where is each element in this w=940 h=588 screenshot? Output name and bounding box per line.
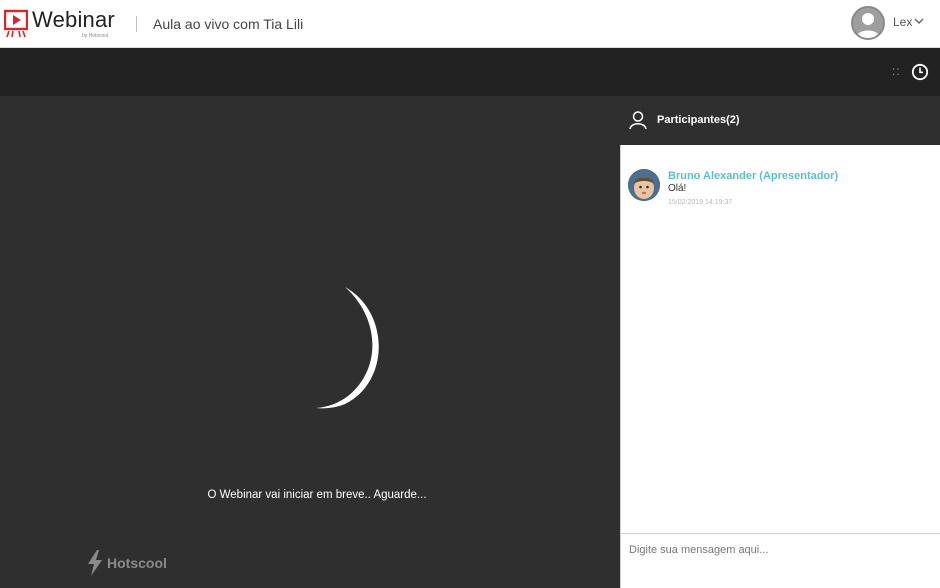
webinar-logo-icon [4,9,28,38]
message-input[interactable] [629,540,933,560]
toolbar [0,48,940,96]
message-composer [620,533,940,588]
person-icon [629,111,647,130]
header-divider [136,16,137,32]
hotscool-logo-text: Hotscool [107,555,167,571]
participants-label[interactable]: Participantes(2) [657,114,740,127]
page-title: Aula ao vivo com Tia Lili [153,16,304,32]
user-name[interactable]: Lex [893,15,912,29]
message-author: Bruno Alexander (Apresentador) [668,170,839,182]
chevron-down-icon[interactable] [913,15,925,27]
brand-subtitle: by Hotscool [82,33,109,39]
message-timestamp: 15/02/2019 14:19:37 [668,199,733,206]
brand-name: Webinar [32,7,115,32]
hotscool-bolt-icon [88,550,102,576]
stage-status-text: O Webinar vai iniciar em breve.. Aguarde… [207,489,427,501]
drag-handle-dots[interactable]: :: [892,64,901,78]
author-avatar [628,169,660,201]
top-bar [0,0,940,48]
user-avatar-icon[interactable] [851,6,885,40]
loading-spinner-icon [316,287,379,409]
message-text: Olá! [668,183,687,194]
clock-icon[interactable] [911,63,929,81]
